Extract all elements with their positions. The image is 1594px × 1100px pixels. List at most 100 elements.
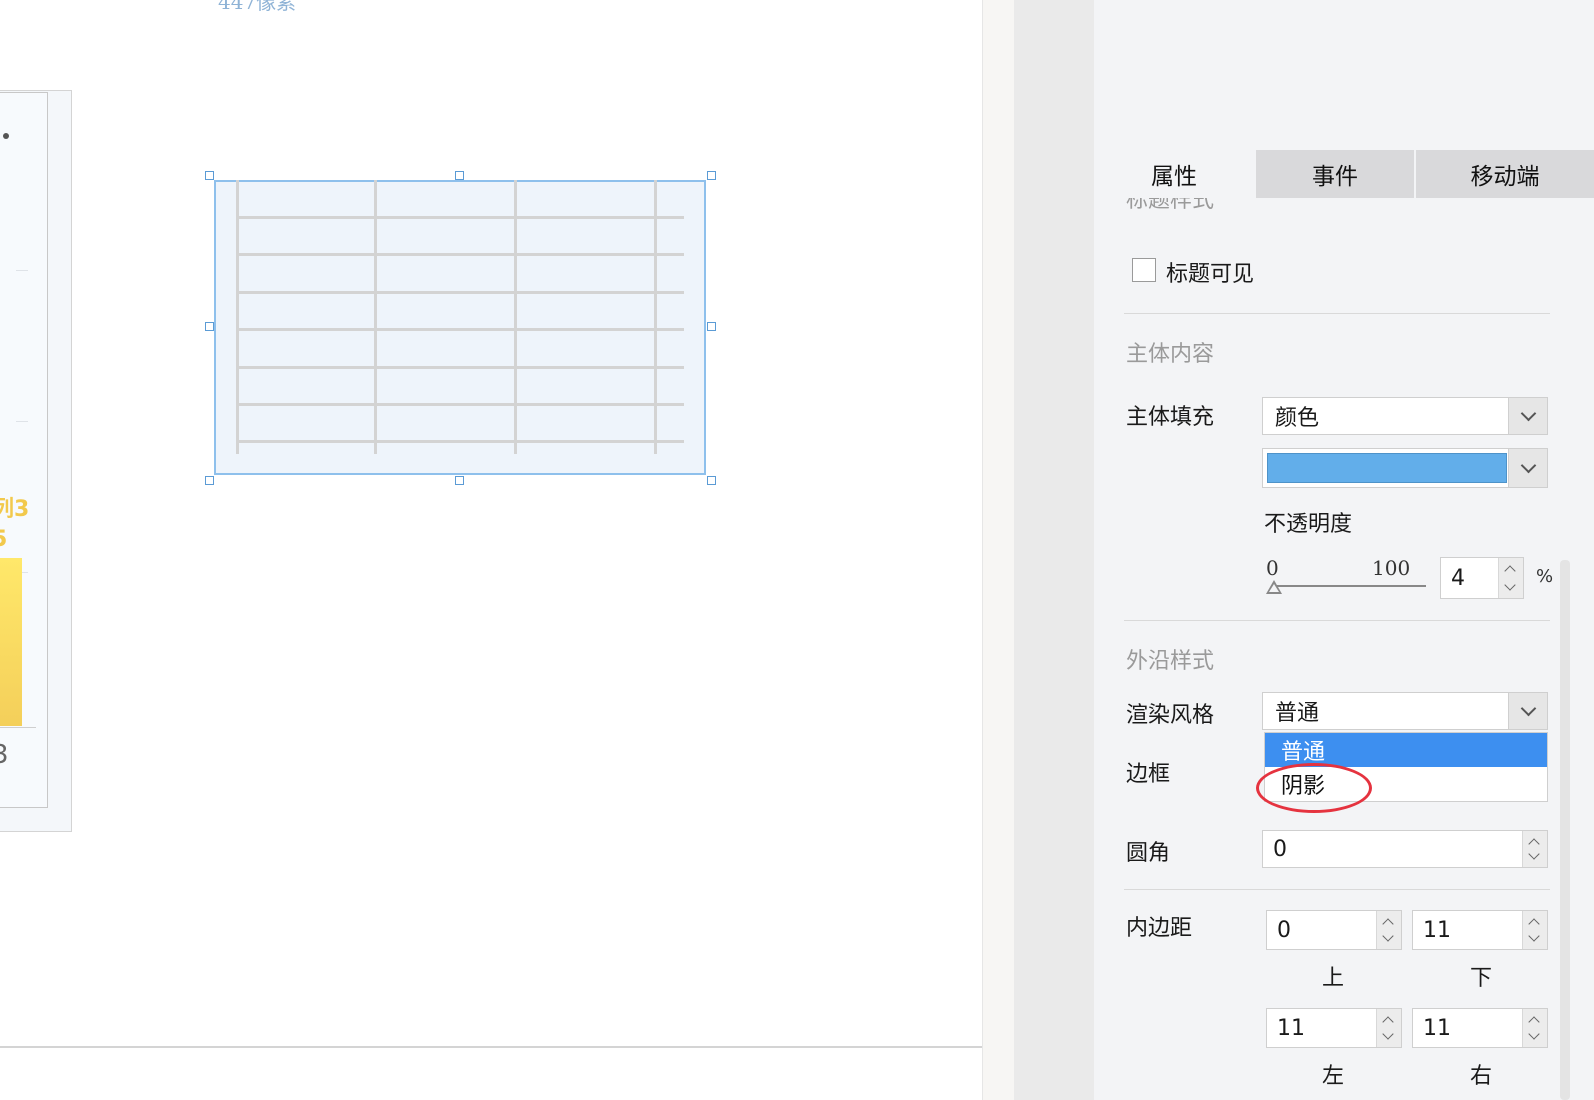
chevron-up-icon[interactable] xyxy=(1382,918,1394,930)
padding-right-label: 右 xyxy=(1470,1064,1493,1089)
corner-radius-value: 0 xyxy=(1273,836,1287,862)
chevron-up-icon[interactable] xyxy=(1528,918,1540,930)
chevron-up-icon[interactable] xyxy=(1528,1016,1540,1028)
chevron-down-icon[interactable] xyxy=(1508,693,1547,729)
table-gridline xyxy=(514,180,517,454)
padding-left-value: 11 xyxy=(1277,1015,1305,1041)
opacity-label: 不透明度 xyxy=(1264,512,1353,537)
stepper-buttons[interactable] xyxy=(1522,911,1547,949)
chevron-up-icon[interactable] xyxy=(1504,565,1516,577)
chart-axis-line xyxy=(0,727,36,728)
body-content-heading: 主体内容 xyxy=(1126,342,1215,367)
table-gridline xyxy=(236,180,239,454)
resize-handle-top-left[interactable] xyxy=(205,171,214,180)
tab-events[interactable]: 事件 xyxy=(1256,150,1414,198)
chevron-down-icon[interactable] xyxy=(1528,848,1540,860)
chevron-down-icon[interactable] xyxy=(1508,398,1547,434)
color-swatch[interactable] xyxy=(1267,453,1507,483)
resize-handle-bottom-right[interactable] xyxy=(707,476,716,485)
chevron-down-icon[interactable] xyxy=(1382,930,1394,942)
resize-handle-right[interactable] xyxy=(707,322,716,331)
resize-handle-left[interactable] xyxy=(205,322,214,331)
chevron-down-icon[interactable] xyxy=(1504,579,1516,591)
padding-bottom-value: 11 xyxy=(1423,917,1451,943)
padding-bottom-label: 下 xyxy=(1470,966,1493,991)
table-gridline xyxy=(236,440,684,443)
chart-data-label: 5 xyxy=(0,526,7,554)
chevron-down-icon[interactable] xyxy=(1382,1028,1394,1040)
canvas-bottom-border xyxy=(0,1046,982,1048)
body-fill-label: 主体填充 xyxy=(1126,405,1215,430)
stepper-buttons[interactable] xyxy=(1376,1009,1401,1047)
chart-gridline xyxy=(16,421,28,422)
padding-label: 内边距 xyxy=(1126,916,1193,941)
chart-gridline xyxy=(16,270,28,271)
padding-right-value: 11 xyxy=(1423,1015,1451,1041)
opacity-value: 4 xyxy=(1451,565,1465,591)
resize-handle-top[interactable] xyxy=(455,171,464,180)
opacity-slider-thumb[interactable] xyxy=(1266,580,1282,594)
panel-gutter xyxy=(1014,0,1094,1100)
chart-bar xyxy=(0,558,22,726)
title-visible-label: 标题可见 xyxy=(1166,262,1255,287)
more-options-icon[interactable] xyxy=(0,128,16,144)
table-gridline xyxy=(236,366,684,369)
section-heading-clip: 标题样式 xyxy=(1094,198,1560,228)
dimension-label: 447像素 xyxy=(218,0,297,14)
table-gridline xyxy=(654,180,657,454)
stepper-buttons[interactable] xyxy=(1522,1009,1547,1047)
tab-mobile[interactable]: 移动端 xyxy=(1416,150,1594,198)
resize-handle-top-right[interactable] xyxy=(707,171,716,180)
corner-radius-label: 圆角 xyxy=(1126,841,1171,866)
section-title-style-heading: 标题样式 xyxy=(1126,198,1215,213)
table-gridline xyxy=(236,216,684,219)
resize-handle-bottom-left[interactable] xyxy=(205,476,214,485)
corner-radius-input[interactable]: 0 xyxy=(1262,830,1548,868)
table-gridline xyxy=(236,328,684,331)
table-gridline xyxy=(374,180,377,454)
section-divider xyxy=(1124,620,1550,621)
dropdown-option-normal[interactable]: 普通 xyxy=(1265,733,1547,767)
fill-type-select[interactable]: 颜色 xyxy=(1262,397,1548,435)
border-label: 边框 xyxy=(1126,762,1171,787)
resize-handle-bottom[interactable] xyxy=(455,476,464,485)
canvas-margin xyxy=(982,0,1015,1100)
percent-unit: % xyxy=(1536,566,1554,587)
table-gridline xyxy=(236,253,684,256)
section-divider xyxy=(1124,889,1550,890)
render-style-value: 普通 xyxy=(1275,701,1320,726)
fill-color-picker[interactable] xyxy=(1262,448,1548,488)
stepper-buttons[interactable] xyxy=(1498,558,1523,598)
slider-max-label: 100 xyxy=(1372,556,1411,580)
opacity-input[interactable]: 4 xyxy=(1440,557,1524,599)
render-style-select[interactable]: 普通 xyxy=(1262,692,1548,730)
panel-scrollbar[interactable] xyxy=(1560,560,1570,1100)
table-gridline xyxy=(236,403,684,406)
table-gridline xyxy=(236,291,684,294)
chevron-down-icon[interactable] xyxy=(1528,930,1540,942)
outer-style-heading: 外沿样式 xyxy=(1126,649,1215,674)
stepper-buttons[interactable] xyxy=(1522,831,1547,867)
chart-axis-tick: 3 xyxy=(0,740,9,770)
design-canvas[interactable] xyxy=(0,0,982,1100)
slider-min-label: 0 xyxy=(1266,556,1279,580)
render-style-label: 渲染风格 xyxy=(1126,703,1215,728)
chart-series-label: 列3 xyxy=(0,497,30,522)
padding-left-input[interactable]: 11 xyxy=(1266,1008,1402,1048)
annotation-circle xyxy=(1256,763,1372,813)
padding-top-value: 0 xyxy=(1277,917,1291,943)
opacity-slider-track[interactable] xyxy=(1274,585,1426,587)
padding-top-input[interactable]: 0 xyxy=(1266,910,1402,950)
title-visible-checkbox[interactable] xyxy=(1132,258,1156,282)
padding-right-input[interactable]: 11 xyxy=(1412,1008,1548,1048)
chevron-down-icon[interactable] xyxy=(1528,1028,1540,1040)
stepper-buttons[interactable] xyxy=(1376,911,1401,949)
padding-left-label: 左 xyxy=(1322,1064,1345,1089)
fill-type-value: 颜色 xyxy=(1275,406,1320,431)
padding-top-label: 上 xyxy=(1322,966,1345,991)
chevron-up-icon[interactable] xyxy=(1382,1016,1394,1028)
padding-bottom-input[interactable]: 11 xyxy=(1412,910,1548,950)
section-divider xyxy=(1124,313,1550,314)
chevron-down-icon[interactable] xyxy=(1508,449,1547,487)
tab-properties[interactable]: 属性 xyxy=(1094,150,1254,198)
